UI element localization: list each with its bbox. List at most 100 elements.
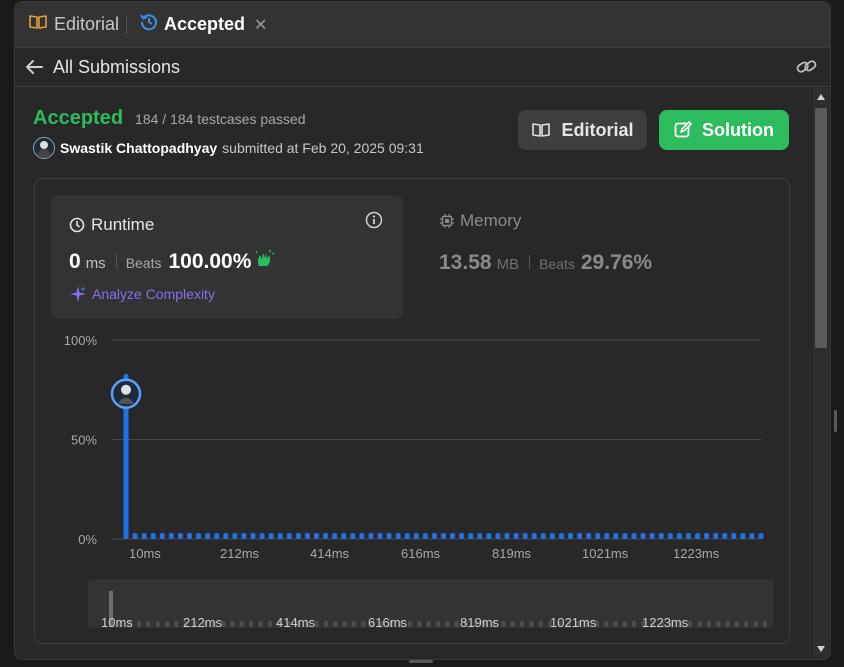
y-tick-label: 50%	[71, 433, 97, 448]
chart-bar	[286, 533, 292, 539]
minimap-tick-label: 414ms	[276, 615, 316, 630]
chart-bar	[540, 533, 546, 539]
panel-resize-handle[interactable]	[409, 660, 433, 663]
chart-bar	[658, 533, 664, 539]
minimap-bar	[323, 621, 328, 627]
minimap-bar	[146, 621, 151, 627]
minimap-bar	[744, 621, 749, 627]
chart-bar	[422, 533, 428, 539]
runtime-distribution-chart[interactable]: 100% 50% 0% 10ms 212ms 414ms 616ms 819ms 1021ms 1…	[15, 2, 830, 659]
side-resize-handle[interactable]	[834, 410, 837, 432]
minimap-bar	[697, 621, 702, 627]
x-tick-label: 10ms	[129, 546, 161, 561]
minimap-bar	[407, 621, 412, 627]
minimap-bar	[520, 621, 525, 627]
chart-bar	[150, 533, 156, 539]
minimap-bar	[361, 621, 366, 627]
minimap-bar	[230, 621, 235, 627]
avatar-head	[121, 384, 131, 395]
chart-bar	[568, 533, 573, 539]
chart-bar	[431, 533, 437, 539]
chart-bar	[495, 533, 501, 539]
x-tick-label: 414ms	[310, 546, 350, 561]
x-tick-label: 212ms	[220, 546, 260, 561]
chart-bar	[132, 533, 138, 539]
minimap-bar	[454, 621, 459, 627]
chart-bar	[259, 533, 265, 539]
chart-bar	[350, 533, 356, 539]
minimap-bar	[351, 621, 356, 627]
chart-bar	[604, 533, 610, 539]
chart-bar	[722, 533, 728, 539]
chart-bar	[177, 533, 183, 539]
minimap-bar	[529, 621, 534, 627]
chart-bar	[676, 533, 682, 539]
chart-bar	[341, 533, 347, 539]
chart-bar	[549, 533, 555, 539]
chart-bar	[304, 533, 310, 539]
chart-bar	[404, 533, 410, 539]
chart-bar	[577, 533, 583, 539]
minimap-bar	[155, 621, 160, 627]
scroll-up-arrow[interactable]	[817, 94, 825, 100]
minimap-bar	[510, 621, 515, 627]
y-tick-label: 100%	[64, 333, 98, 348]
x-tick-label: 1223ms	[673, 546, 720, 561]
chart-bar	[640, 533, 646, 539]
chart-bar	[631, 533, 637, 539]
scrollbar-thumb[interactable]	[815, 108, 827, 348]
chart-bar	[413, 533, 419, 539]
chart-bar	[749, 533, 755, 539]
minimap-bar	[239, 621, 244, 627]
x-tick-label: 616ms	[401, 546, 441, 561]
chart-bar	[268, 533, 274, 539]
minimap-tick-label: 212ms	[183, 615, 223, 630]
chart-bar	[141, 533, 147, 539]
chart-bar	[223, 533, 229, 539]
minimap-bar	[734, 621, 739, 627]
minimap-tick-label: 10ms	[101, 615, 133, 630]
x-tick-label: 819ms	[492, 546, 532, 561]
chart-bar	[205, 533, 211, 539]
minimap-bar	[622, 621, 627, 627]
chart-bar	[196, 533, 202, 539]
chart-bar	[468, 533, 474, 539]
minimap-bar	[258, 621, 263, 627]
scroll-down-arrow[interactable]	[817, 646, 825, 652]
chart-bar	[232, 533, 238, 539]
chart-bar	[459, 533, 465, 539]
chart-bar	[504, 533, 510, 539]
chart-bar	[250, 533, 256, 539]
chart-bar	[513, 533, 519, 539]
chart-bar	[695, 533, 700, 539]
minimap-bar	[436, 621, 440, 627]
chart-bar	[740, 533, 746, 539]
scrollbar[interactable]	[813, 88, 829, 658]
minimap-bar	[137, 621, 142, 627]
chart-bar	[323, 533, 329, 539]
chart-bar	[332, 533, 338, 539]
minimap-bar	[706, 621, 711, 627]
chart-bar	[441, 533, 446, 539]
minimap-tick-label: 1223ms	[642, 615, 689, 630]
chart-bar	[522, 533, 528, 539]
chart-bar	[704, 533, 710, 539]
minimap-bar	[538, 621, 543, 627]
minimap-bar	[753, 621, 758, 627]
chart-bar	[558, 533, 564, 539]
minimap-bar	[342, 621, 347, 627]
minimap-bar	[165, 621, 170, 627]
chart-bar	[395, 533, 401, 539]
chart-bar	[531, 533, 537, 539]
chart-bar	[649, 533, 655, 539]
chart-bar	[241, 533, 247, 539]
minimap-bar	[314, 621, 319, 627]
chart-bar	[359, 533, 365, 539]
chart-bar	[450, 533, 456, 539]
minimap-tick-label: 616ms	[368, 615, 408, 630]
chart-bar	[386, 533, 392, 539]
chart-bar	[477, 533, 483, 539]
chart-bar	[613, 533, 619, 539]
chart-bar	[377, 533, 383, 539]
minimap-bar	[333, 621, 338, 627]
